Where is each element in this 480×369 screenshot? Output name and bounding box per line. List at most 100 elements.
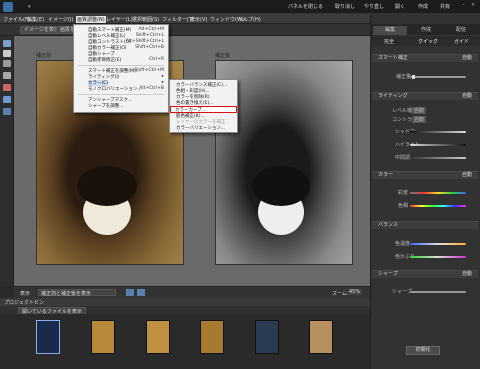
swap-view-icon[interactable] <box>126 289 134 296</box>
close-icon[interactable]: × <box>471 2 475 8</box>
section-color[interactable]: カラー 自動 <box>372 171 478 179</box>
section-title: カラー <box>378 172 394 178</box>
sharpen-slider[interactable] <box>410 291 466 293</box>
red-eye-tool-icon[interactable] <box>3 84 11 91</box>
share-button[interactable]: 共有 <box>440 3 450 10</box>
view-select[interactable]: 補正前と補正後を表示 <box>38 289 116 297</box>
section-lighting[interactable]: ライティング 自動 <box>372 92 478 100</box>
saturation-slider[interactable] <box>410 192 466 194</box>
menu-item-label: カラーカーブ... <box>175 108 207 113</box>
tab-edit[interactable]: 編集 <box>373 26 407 35</box>
menu-image[interactable]: イメージ(I) <box>48 16 73 23</box>
app-logo-icon <box>3 2 13 12</box>
menu-item[interactable]: 自動赤目修正(E) <box>88 57 121 63</box>
title-bar: ▾ パネルを閉じる 取り消し やり直し 開く 作成 共有 – × <box>0 0 480 14</box>
section-title: バランス <box>378 222 398 228</box>
section-balance[interactable]: バランス <box>372 221 478 229</box>
menu-enhance[interactable]: 画質調整(N) <box>76 16 106 23</box>
menu-item-color-curves-highlighted[interactable]: カラーカーブ... <box>170 106 237 113</box>
sharpen-label: シャープ <box>392 289 412 295</box>
bin-thumbnail-4[interactable] <box>200 320 224 354</box>
menu-shortcut: Shift+Ctrl+M <box>134 68 164 73</box>
menu-help[interactable]: ヘルプ(H) <box>238 16 261 23</box>
hue-slider[interactable] <box>410 205 466 207</box>
menu-item[interactable]: シャープを調整... <box>88 103 124 109</box>
menu-shortcut: Alt+Ctrl+M <box>138 27 164 32</box>
options-toolbar: イメージを表示 画質を調整 <box>0 24 370 36</box>
subtab-full[interactable]: 完全 <box>384 38 394 45</box>
tools-panel <box>0 36 14 286</box>
project-bin-title: プロジェクトビン <box>4 300 45 306</box>
tint-slider[interactable] <box>410 256 466 258</box>
menu-shortcut: Alt+Ctrl+B <box>139 86 164 91</box>
open-button[interactable]: 開く <box>395 3 405 10</box>
menu-edit[interactable]: 編集(E) <box>27 16 44 23</box>
app-menu-icon[interactable]: ▾ <box>28 4 31 10</box>
slider-label: 補正量 <box>396 74 412 80</box>
saturation-label: 彩度 <box>398 190 409 196</box>
menu-file[interactable]: ファイル(F) <box>3 16 30 23</box>
submenu-arrow-icon: ▸ <box>161 74 164 79</box>
zoom-tool-icon[interactable] <box>3 40 11 47</box>
menu-shortcut: Ctrl+R <box>149 57 164 62</box>
menu-view[interactable]: 表示(V) <box>190 16 207 23</box>
smart-fix-slider[interactable] <box>410 76 466 78</box>
bin-thumbnail-5[interactable] <box>255 320 279 354</box>
section-title: スマート補正 <box>378 55 408 61</box>
bin-thumbnail-6[interactable] <box>309 320 333 354</box>
shadows-slider[interactable] <box>410 131 466 133</box>
lighting-auto-button[interactable]: 自動 <box>462 93 472 100</box>
menu-separator <box>78 94 164 95</box>
crop-tool-icon[interactable] <box>3 72 11 79</box>
sync-view-icon[interactable] <box>137 289 145 296</box>
cat-head-after <box>252 166 310 206</box>
menu-shortcut: Shift+Ctrl+B <box>135 45 164 50</box>
bin-thumbnail-1[interactable] <box>36 320 60 354</box>
minimize-icon[interactable]: – <box>462 2 465 8</box>
section-smart-fix[interactable]: スマート補正 自動 <box>372 54 478 62</box>
create-button[interactable]: 作成 <box>418 3 428 10</box>
close-panels-button[interactable]: パネルを閉じる <box>288 3 323 10</box>
hand-tool-icon[interactable] <box>3 50 11 57</box>
zoom-value[interactable]: 45% <box>347 289 363 295</box>
before-label: 補正前 <box>36 53 52 59</box>
reset-button[interactable]: 初期化 <box>406 346 440 355</box>
subtab-guided[interactable]: ガイド <box>454 38 469 45</box>
straighten-tool-icon[interactable] <box>3 108 11 115</box>
menu-shortcut: Shift+Ctrl+L <box>135 33 164 38</box>
section-title: ライティング <box>378 93 408 99</box>
panel-subtabs: 完全 クイック ガイド <box>370 36 480 46</box>
highlights-slider[interactable] <box>410 144 466 146</box>
slider-knob[interactable] <box>412 75 415 79</box>
bin-thumbnail-2[interactable] <box>91 320 115 354</box>
subtab-quick[interactable]: クイック <box>418 38 438 45</box>
menu-item[interactable]: モノクロバリエーション... <box>88 86 142 92</box>
menu-layer[interactable]: レイヤー(L) <box>106 16 133 23</box>
contrast-auto-button[interactable]: 自動 <box>412 116 427 123</box>
tab-share[interactable]: 配信 <box>444 26 478 35</box>
view-label: 表示 <box>20 291 31 297</box>
menu-separator <box>78 65 164 66</box>
menu-item[interactable]: カラーバリエーション... <box>176 125 225 131</box>
section-title: シャープ <box>378 271 398 277</box>
menu-select[interactable]: 選択範囲(S) <box>132 16 159 23</box>
cat-head-before <box>77 166 137 206</box>
menu-shortcut: Alt+Shift+Ctrl+L <box>125 39 164 44</box>
bin-thumbnail-3[interactable] <box>146 320 170 354</box>
tab-create[interactable]: 作成 <box>409 26 443 35</box>
zoom-label: ズーム <box>332 291 347 297</box>
redo-button[interactable]: やり直し <box>364 3 384 10</box>
color-auto-button[interactable]: 自動 <box>462 172 472 179</box>
midtones-slider[interactable] <box>410 157 466 159</box>
quick-select-tool-icon[interactable] <box>3 60 11 67</box>
section-sharpen[interactable]: シャープ 自動 <box>372 270 478 278</box>
view-status-bar: 表示 補正前と補正後を表示 ズーム 45% <box>14 286 370 298</box>
temperature-slider[interactable] <box>410 243 466 245</box>
undo-button[interactable]: 取り消し <box>335 3 355 10</box>
smart-fix-auto-button[interactable]: 自動 <box>462 55 472 62</box>
project-bin-header: プロジェクトビン <box>0 298 370 306</box>
project-bin-filter-bar: 開いているファイルを表示 <box>0 306 370 316</box>
sharpen-auto-button[interactable]: 自動 <box>462 271 472 278</box>
levels-auto-button[interactable]: 自動 <box>412 107 427 114</box>
healing-brush-icon[interactable] <box>3 96 11 103</box>
